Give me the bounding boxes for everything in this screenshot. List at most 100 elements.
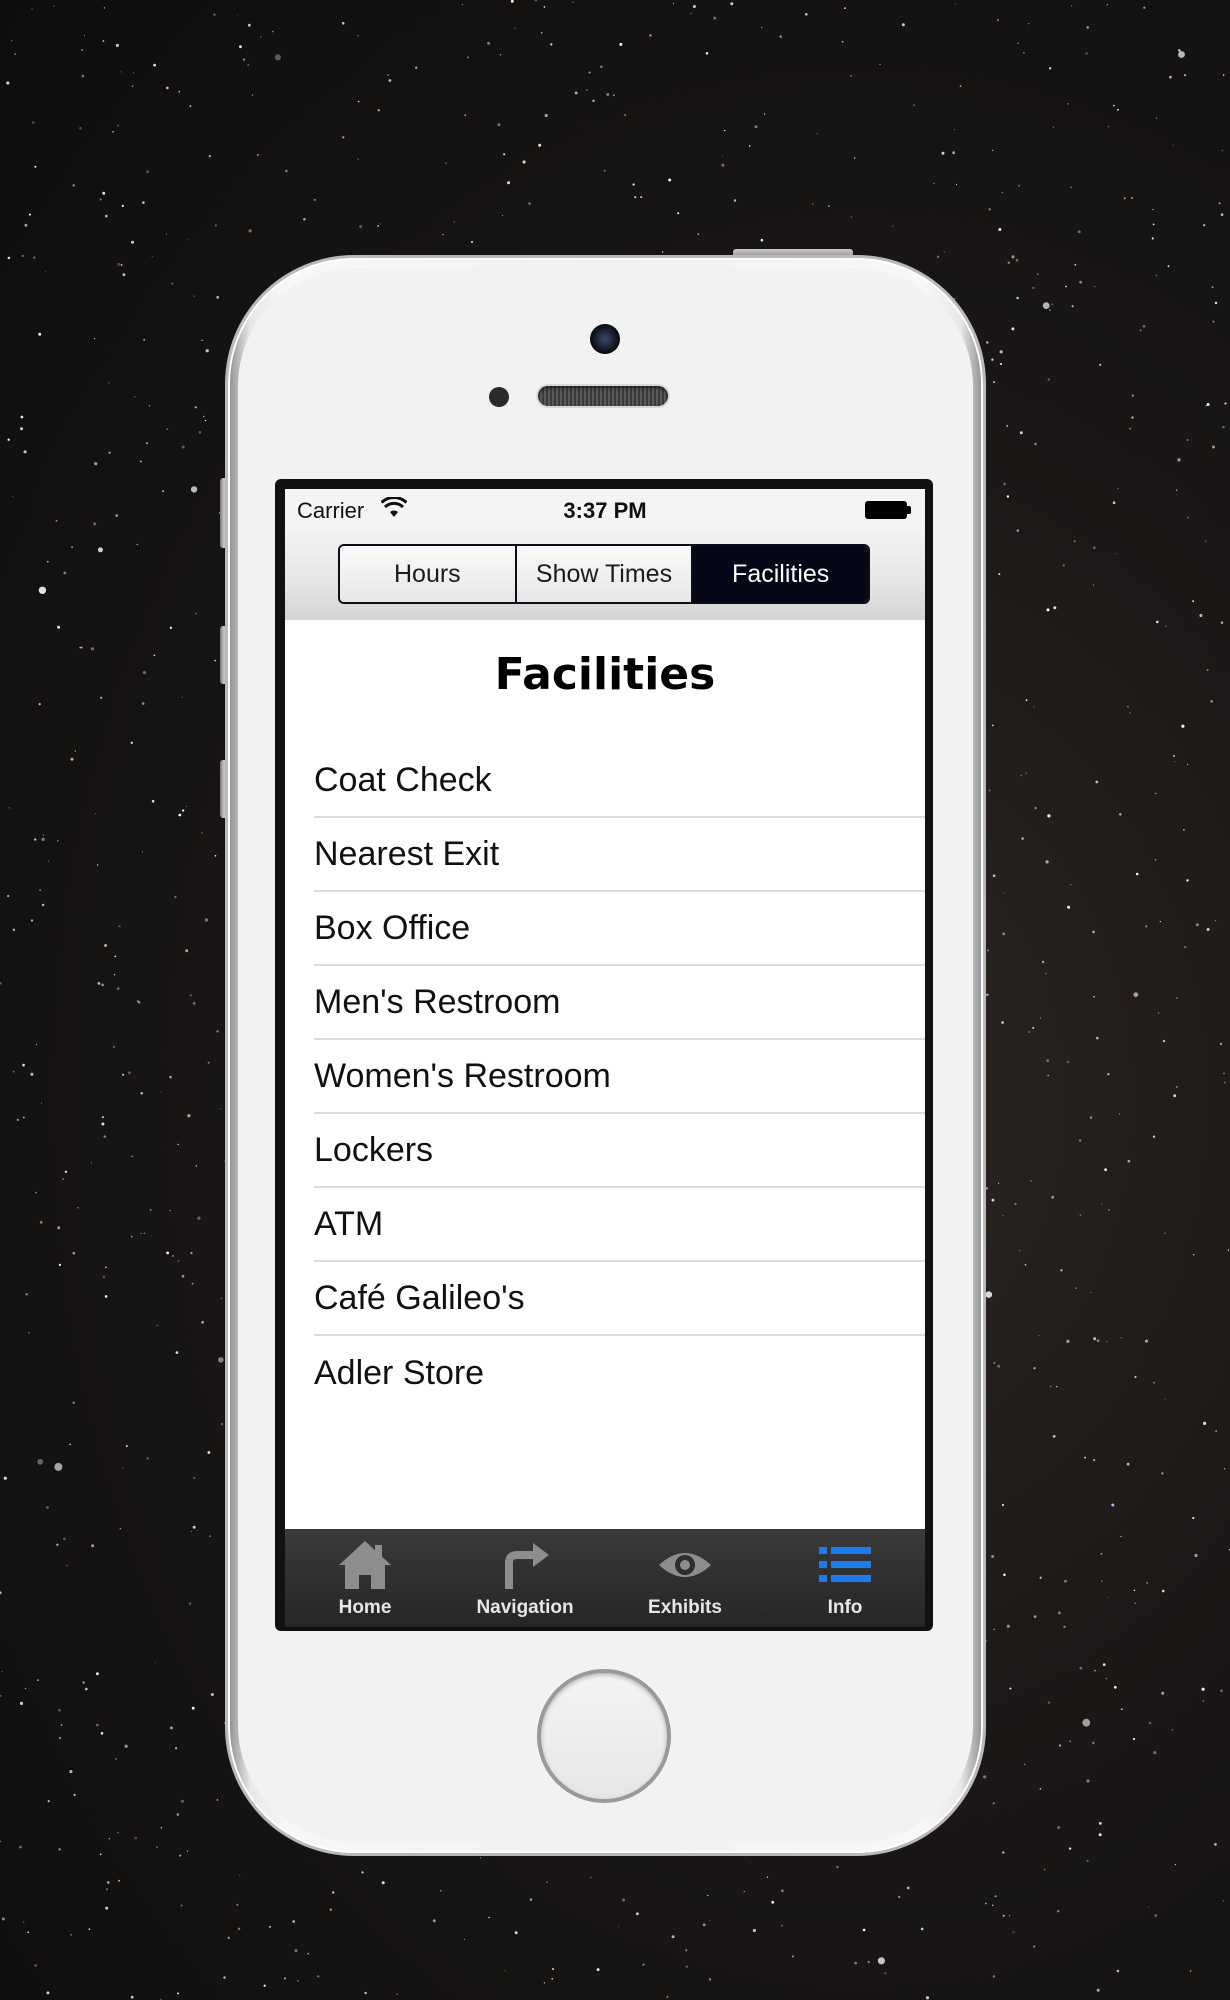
star — [1165, 625, 1167, 627]
list-item-mens-restroom[interactable]: Men's Restroom — [314, 966, 925, 1040]
list-item-lockers[interactable]: Lockers — [314, 1114, 925, 1188]
star — [156, 1324, 158, 1326]
star — [285, 169, 288, 173]
star — [1098, 1822, 1102, 1825]
star — [1049, 67, 1052, 70]
star — [996, 19, 1000, 22]
star — [546, 1881, 548, 1883]
star — [166, 233, 168, 235]
star — [46, 1991, 50, 1995]
list-item-adler-store[interactable]: Adler Store — [314, 1336, 925, 1410]
star — [1070, 186, 1073, 189]
star — [1047, 378, 1050, 381]
star — [133, 72, 134, 74]
star — [178, 90, 181, 93]
star — [1167, 265, 1170, 268]
star — [1023, 1763, 1026, 1766]
star — [364, 1991, 367, 1995]
star — [247, 23, 251, 27]
star — [1131, 416, 1134, 419]
list-item-womens-restroom[interactable]: Women's Restroom — [314, 1040, 925, 1114]
star — [1032, 1026, 1035, 1029]
list-item-atm[interactable]: ATM — [314, 1188, 925, 1262]
tab-navigation[interactable]: Navigation — [445, 1529, 605, 1627]
star — [1161, 1691, 1165, 1695]
tab-exhibits[interactable]: Exhibits — [605, 1529, 765, 1627]
star — [544, 113, 548, 118]
star — [72, 1251, 76, 1255]
star — [19, 1701, 24, 1705]
star — [1011, 327, 1015, 331]
star — [69, 1770, 73, 1774]
star — [884, 1972, 886, 1974]
star — [853, 157, 856, 159]
star — [198, 431, 202, 434]
star — [10, 39, 13, 42]
star — [220, 1422, 224, 1426]
star — [189, 105, 192, 108]
list-item-coat-check[interactable]: Coat Check — [314, 744, 925, 818]
tab-bar: Home Navigation Exhibits Info — [285, 1529, 925, 1627]
star — [708, 1978, 712, 1981]
star — [0, 1840, 1, 1843]
segment-show-times[interactable]: Show Times — [516, 546, 694, 602]
star — [141, 702, 145, 705]
home-button[interactable] — [537, 1669, 671, 1803]
facilities-list: Coat Check Nearest Exit Box Office Men's… — [314, 744, 925, 1410]
star — [88, 1928, 91, 1930]
star — [1023, 52, 1025, 54]
segment-hours[interactable]: Hours — [340, 546, 517, 602]
tab-home[interactable]: Home — [285, 1529, 445, 1627]
star — [991, 1198, 995, 1202]
list-item-cafe-galileos[interactable]: Café Galileo's — [314, 1262, 925, 1336]
star — [1176, 997, 1178, 999]
list-item-box-office[interactable]: Box Office — [314, 892, 925, 966]
star — [1126, 1462, 1130, 1466]
star — [28, 213, 31, 216]
star — [93, 522, 97, 526]
proximity-sensor — [489, 387, 509, 407]
star — [1220, 1689, 1223, 1693]
star — [22, 1921, 25, 1923]
star — [1045, 860, 1049, 864]
star — [1091, 1741, 1095, 1745]
star — [136, 1000, 139, 1003]
star — [504, 1970, 506, 1972]
star — [1120, 1337, 1122, 1339]
star — [1095, 780, 1099, 784]
star — [1079, 280, 1082, 284]
star — [125, 1445, 128, 1447]
star — [120, 71, 122, 73]
star — [189, 994, 192, 997]
segment-facilities[interactable]: Facilities — [693, 546, 868, 602]
star — [115, 43, 119, 48]
star — [841, 40, 844, 43]
battery-cap — [907, 506, 911, 514]
star — [46, 560, 49, 563]
star — [1070, 884, 1072, 886]
star — [185, 949, 189, 953]
star — [251, 94, 254, 96]
tab-info[interactable]: Info — [765, 1529, 925, 1627]
star — [877, 1957, 886, 1965]
star — [12, 496, 14, 498]
star — [661, 251, 664, 253]
star — [1186, 879, 1189, 882]
star — [218, 1357, 224, 1363]
star — [1079, 1214, 1082, 1217]
star — [58, 1736, 62, 1740]
star — [862, 1928, 866, 1932]
star — [101, 1116, 104, 1119]
star — [1046, 608, 1050, 612]
star — [1212, 320, 1215, 323]
star — [1223, 1072, 1225, 1075]
star — [20, 427, 24, 431]
star — [812, 203, 814, 205]
star — [1206, 669, 1209, 671]
star — [1155, 274, 1158, 277]
star — [237, 15, 239, 17]
star — [72, 184, 75, 187]
star — [671, 1935, 675, 1939]
list-item-nearest-exit[interactable]: Nearest Exit — [314, 818, 925, 892]
star — [1152, 1135, 1156, 1138]
